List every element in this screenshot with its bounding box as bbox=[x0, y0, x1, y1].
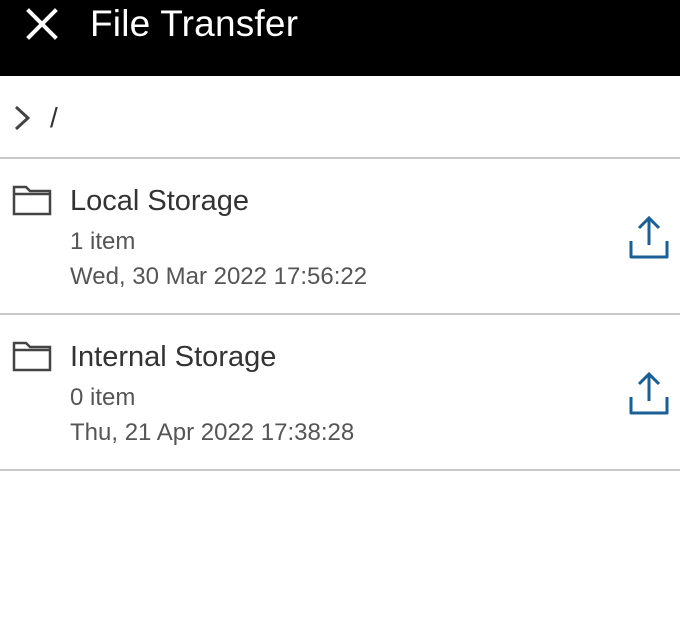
file-transfer-screen: File Transfer / Local Storage 1 item Wed… bbox=[0, 0, 680, 618]
close-button[interactable] bbox=[22, 4, 62, 44]
upload-icon[interactable] bbox=[624, 215, 674, 261]
page-title: File Transfer bbox=[90, 3, 299, 44]
chevron-right-icon[interactable] bbox=[10, 103, 36, 133]
item-name: Local Storage bbox=[70, 185, 249, 217]
breadcrumb-path[interactable]: / bbox=[50, 101, 58, 135]
list-item[interactable]: Internal Storage 0 item Thu, 21 Apr 2022… bbox=[0, 315, 680, 471]
folder-icon bbox=[12, 341, 52, 372]
upload-icon[interactable] bbox=[624, 371, 674, 417]
item-date: Wed, 30 Mar 2022 17:56:22 bbox=[70, 263, 368, 290]
item-count: 0 item bbox=[70, 384, 136, 411]
item-date: Thu, 21 Apr 2022 17:38:28 bbox=[70, 419, 355, 446]
item-count: 1 item bbox=[70, 228, 136, 255]
item-name: Internal Storage bbox=[70, 341, 277, 373]
close-icon bbox=[26, 8, 58, 40]
header-bar: File Transfer bbox=[0, 0, 680, 76]
list-item[interactable]: Local Storage 1 item Wed, 30 Mar 2022 17… bbox=[0, 159, 680, 315]
breadcrumb: / bbox=[0, 77, 680, 159]
folder-icon bbox=[12, 185, 52, 216]
